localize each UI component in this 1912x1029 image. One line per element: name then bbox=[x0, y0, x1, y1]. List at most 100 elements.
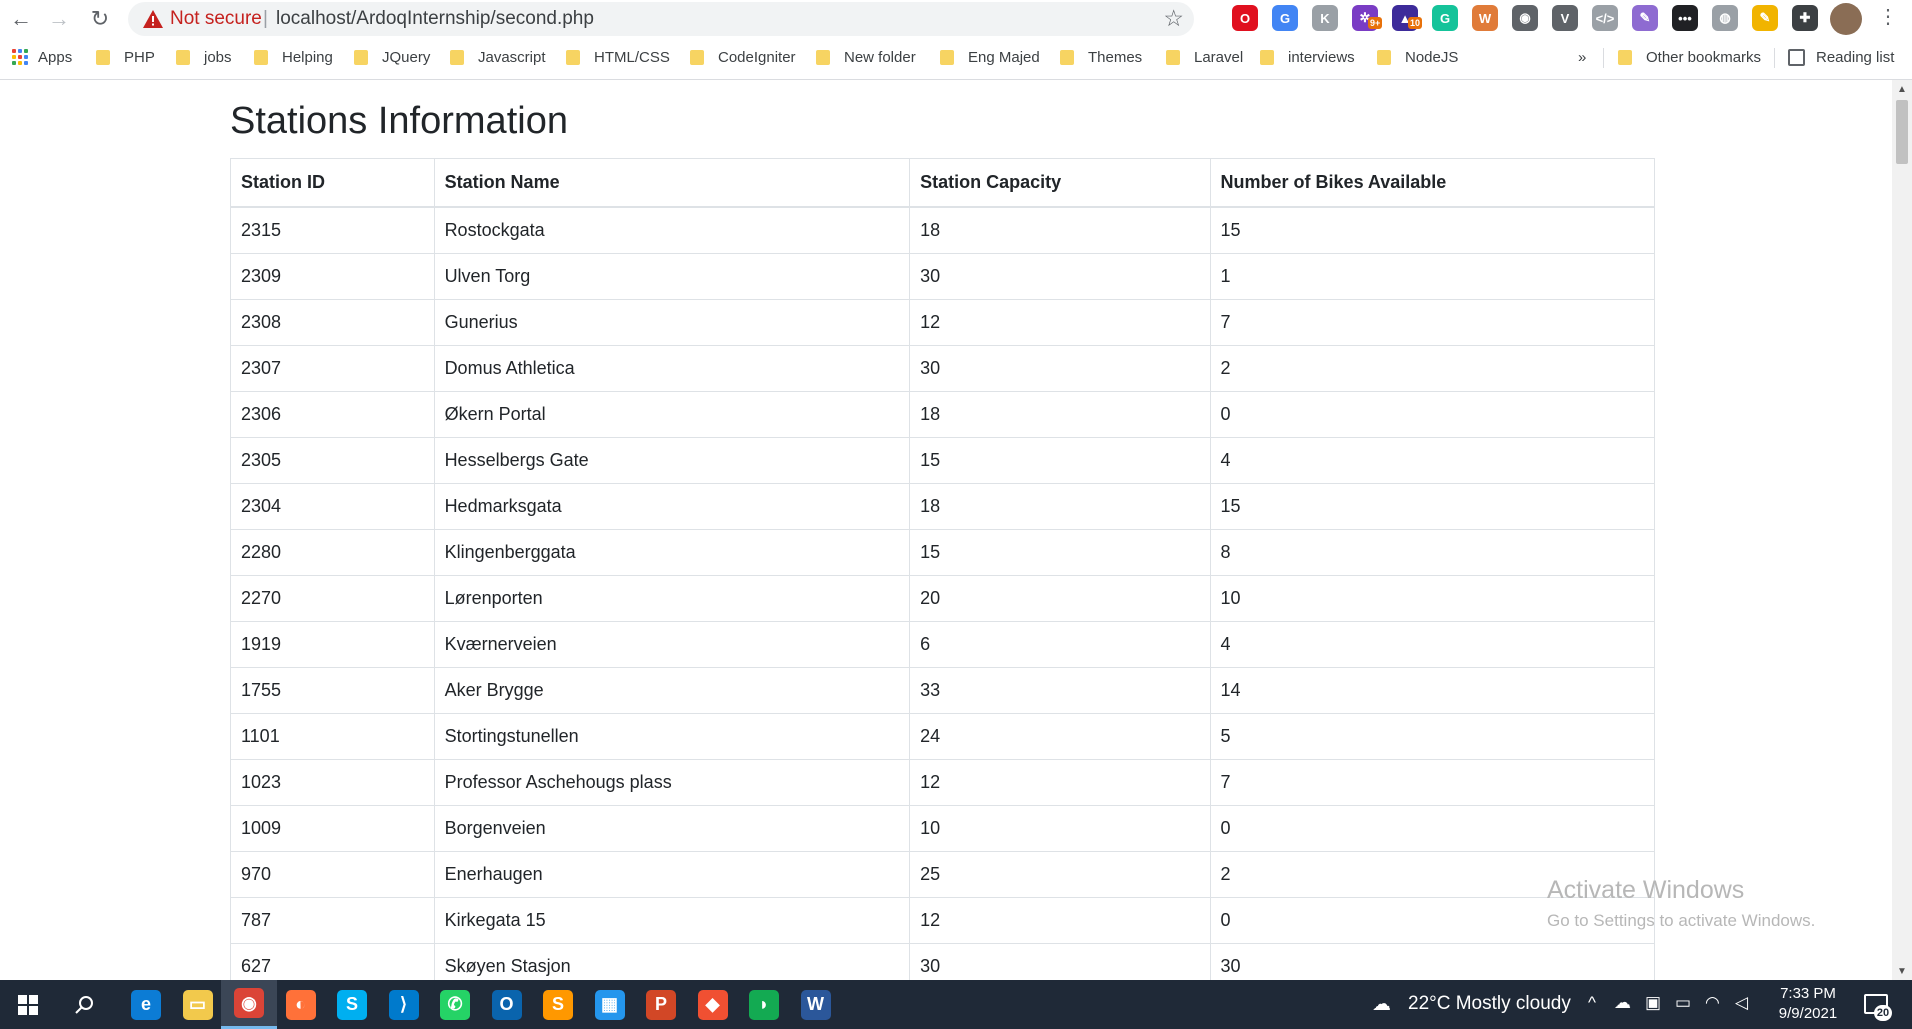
search-button[interactable] bbox=[56, 980, 112, 1029]
tray-chevron-icon[interactable]: ^ bbox=[1588, 993, 1596, 1013]
bookmark-codeigniter[interactable]: CodeIgniter bbox=[690, 46, 796, 68]
bookmark-jquery[interactable]: JQuery bbox=[354, 46, 430, 68]
bookmark-jobs[interactable]: jobs bbox=[176, 46, 232, 68]
column-header-station-name: Station Name bbox=[433, 158, 911, 208]
docker-taskbar-button[interactable]: ▦ bbox=[582, 980, 638, 1029]
bookmark-themes[interactable]: Themes bbox=[1060, 46, 1142, 68]
bookmark-nodejs[interactable]: NodeJS bbox=[1377, 46, 1458, 68]
scroll-up-arrow-icon[interactable]: ▲ bbox=[1892, 80, 1912, 98]
grammarly-icon[interactable]: G bbox=[1432, 5, 1458, 31]
bookmark-label: New folder bbox=[844, 48, 916, 66]
table-row: 1755 Aker Brygge 33 14 bbox=[230, 667, 1656, 714]
puzzle-icon[interactable]: ✚ bbox=[1792, 5, 1818, 31]
address-bar[interactable]: Not secure | localhost/ArdoqInternship/s… bbox=[128, 2, 1194, 36]
table-row: 970 Enerhaugen 25 2 bbox=[230, 851, 1656, 898]
outlook-icon: O bbox=[491, 989, 522, 1020]
bookmark-new-folder[interactable]: New folder bbox=[816, 46, 916, 68]
skype-taskbar-button[interactable]: S bbox=[324, 980, 380, 1029]
folder-icon bbox=[816, 49, 830, 65]
whatsapp-taskbar-button[interactable]: ✆ bbox=[427, 980, 483, 1029]
cell-station-name: Rostockgata bbox=[433, 206, 911, 254]
onedrive-icon[interactable]: ☁ bbox=[1614, 993, 1631, 1013]
cell-station-id: 1755 bbox=[230, 667, 435, 714]
security-status[interactable]: Not secure bbox=[170, 8, 262, 30]
edge-taskbar-button[interactable]: e bbox=[118, 980, 174, 1029]
cell-bikes-available: 2 bbox=[1209, 345, 1656, 392]
opera-icon[interactable]: O bbox=[1232, 5, 1258, 31]
vscode-taskbar-button[interactable]: ⟩ bbox=[376, 980, 432, 1029]
bookmark-laravel[interactable]: Laravel bbox=[1166, 46, 1243, 68]
bookmark-helping[interactable]: Helping bbox=[254, 46, 333, 68]
bookmarks-divider bbox=[1603, 48, 1604, 68]
bookmark-javascript[interactable]: Javascript bbox=[450, 46, 546, 68]
bookmark-html-css[interactable]: HTML/CSS bbox=[566, 46, 670, 68]
menu-kebab-icon[interactable]: ⋮ bbox=[1876, 4, 1900, 34]
camera-icon[interactable]: ◉ bbox=[1512, 5, 1538, 31]
bookmark-star-icon[interactable]: ☆ bbox=[1163, 5, 1184, 32]
cell-station-capacity: 6 bbox=[909, 621, 1211, 668]
bookmark-interviews[interactable]: interviews bbox=[1260, 46, 1355, 68]
folder-icon bbox=[690, 49, 704, 65]
cell-station-capacity: 30 bbox=[909, 253, 1211, 300]
reading-list-button[interactable]: Reading list bbox=[1788, 46, 1894, 68]
file-explorer-taskbar-button[interactable]: ▭ bbox=[170, 980, 226, 1029]
pen-icon[interactable]: ✎ bbox=[1632, 5, 1658, 31]
table-row: 787 Kirkegata 15 12 0 bbox=[230, 897, 1656, 944]
outlook-taskbar-button[interactable]: O bbox=[479, 980, 535, 1029]
globe-icon[interactable]: ◍ bbox=[1712, 5, 1738, 31]
more-bookmarks-button[interactable]: » bbox=[1578, 46, 1586, 68]
battery-icon[interactable]: ▭ bbox=[1675, 993, 1691, 1013]
table-row: 2315 Rostockgata 18 15 bbox=[230, 206, 1656, 254]
cell-station-capacity: 12 bbox=[909, 299, 1211, 346]
avatar[interactable] bbox=[1830, 3, 1862, 35]
extension-badge: 9+ bbox=[1368, 17, 1383, 29]
notifications-button[interactable]: 20 bbox=[1862, 990, 1892, 1021]
google-translate-icon[interactable]: G bbox=[1272, 5, 1298, 31]
word-taskbar-button[interactable]: W bbox=[788, 980, 844, 1029]
code-icon[interactable]: </> bbox=[1592, 5, 1618, 31]
scroll-down-arrow-icon[interactable]: ▼ bbox=[1892, 962, 1912, 980]
git-taskbar-button[interactable]: ◆ bbox=[685, 980, 741, 1029]
cell-bikes-available: 15 bbox=[1209, 483, 1656, 530]
page-viewport: Stations Information Station ID Station N… bbox=[0, 80, 1892, 980]
back-arrow-icon[interactable]: ← bbox=[6, 4, 36, 34]
powerpoint-taskbar-button[interactable]: P bbox=[633, 980, 689, 1029]
extension-k-icon[interactable]: K bbox=[1312, 5, 1338, 31]
bookmark-php[interactable]: PHP bbox=[96, 46, 155, 68]
column-header-station-capacity: Station Capacity bbox=[909, 158, 1211, 208]
highlighter-icon[interactable]: ✎ bbox=[1752, 5, 1778, 31]
vue-devtools-icon[interactable]: V bbox=[1552, 5, 1578, 31]
cell-station-capacity: 15 bbox=[909, 529, 1211, 576]
mongodb-taskbar-button[interactable]: ◗ bbox=[736, 980, 792, 1029]
skype-icon: S bbox=[337, 989, 367, 1020]
cell-bikes-available: 15 bbox=[1209, 206, 1656, 254]
weather-cloud-icon[interactable]: ☁ bbox=[1372, 993, 1391, 1016]
start-button[interactable] bbox=[0, 980, 56, 1029]
sublime-taskbar-button[interactable]: S bbox=[530, 980, 586, 1029]
system-clock[interactable]: 7:33 PM 9/9/2021 bbox=[1766, 984, 1850, 1024]
bookmark-label: jobs bbox=[204, 48, 232, 66]
bookmark-apps[interactable]: Apps bbox=[12, 46, 72, 68]
wordpress-icon[interactable]: W bbox=[1472, 5, 1498, 31]
bookmark-label: Helping bbox=[282, 48, 333, 66]
forward-arrow-icon[interactable]: → bbox=[44, 4, 74, 34]
windows-taskbar: e ▭ ◉ ◐ S ⟩ ✆ O S ▦ P ◆ ◗ W ☁ 22°C Mostly cloudy ^ ☁ … bbox=[0, 980, 1912, 1029]
dots-icon[interactable]: ••• bbox=[1672, 5, 1698, 31]
cell-station-id: 627 bbox=[230, 943, 435, 980]
reload-icon[interactable]: ↻ bbox=[85, 4, 115, 34]
wifi-icon[interactable]: ◠ bbox=[1705, 993, 1720, 1013]
volume-icon[interactable]: ◁ bbox=[1735, 993, 1748, 1013]
bookmark-label: Laravel bbox=[1194, 48, 1244, 66]
firefox-taskbar-button[interactable]: ◐ bbox=[273, 980, 329, 1029]
file-explorer-icon: ▭ bbox=[182, 989, 213, 1020]
scrollbar-thumb[interactable] bbox=[1896, 100, 1908, 164]
cell-station-name: Hesselbergs Gate bbox=[433, 437, 911, 484]
bookmark-eng-majed[interactable]: Eng Majed bbox=[940, 46, 1040, 68]
other-bookmarks-button[interactable]: Other bookmarks bbox=[1618, 46, 1761, 68]
cell-bikes-available: 5 bbox=[1209, 713, 1656, 760]
chrome-taskbar-button[interactable]: ◉ bbox=[221, 980, 277, 1029]
url-text[interactable]: localhost/ArdoqInternship/second.php bbox=[276, 8, 594, 30]
weather-text[interactable]: 22°C Mostly cloudy bbox=[1408, 993, 1571, 1015]
network-icon[interactable]: ▣ bbox=[1645, 993, 1661, 1013]
vertical-scrollbar[interactable]: ▲ ▼ bbox=[1892, 80, 1912, 980]
